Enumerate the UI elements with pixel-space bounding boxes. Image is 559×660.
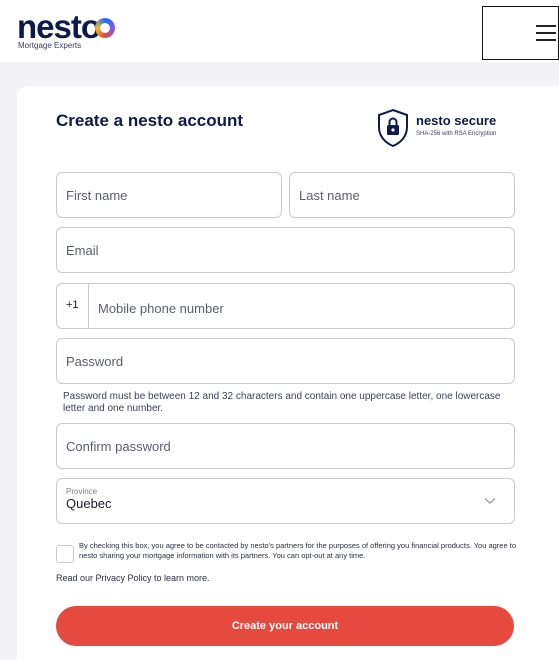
privacy-policy-text[interactable]: Read our Privacy Policy to learn more. [56, 573, 210, 583]
consent-checkbox[interactable] [56, 545, 74, 563]
secure-badge-subtitle: SHA-256 with RSA Encryption [416, 131, 497, 137]
last-name-placeholder: Last name [299, 188, 360, 203]
create-account-button[interactable]: Create your account [56, 606, 514, 646]
first-name-field[interactable]: First name [56, 172, 282, 218]
province-label: Province [66, 487, 98, 496]
logo-wordmark: nesto [17, 8, 101, 45]
shield-lock-icon [378, 108, 408, 148]
password-field[interactable]: Password [56, 338, 515, 384]
chevron-down-icon [484, 497, 496, 504]
page-title: Create a nesto account [56, 111, 244, 130]
phone-prefix-label: +1 [66, 299, 79, 311]
phone-field[interactable]: Mobile phone number [88, 283, 515, 329]
phone-placeholder: Mobile phone number [98, 301, 224, 316]
province-value: Quebec [66, 496, 112, 511]
logo-tagline: Mortgage Experts [18, 41, 82, 50]
confirm-password-field[interactable]: Confirm password [56, 423, 515, 469]
first-name-placeholder: First name [66, 188, 128, 203]
password-hint: Password must be between 12 and 32 chara… [63, 391, 501, 414]
secure-badge: nesto secure SHA-256 with RSA Encryption [376, 108, 536, 150]
confirm-password-placeholder: Confirm password [66, 439, 171, 454]
email-placeholder: Email [66, 243, 99, 258]
phone-prefix[interactable]: +1 [56, 283, 89, 329]
province-select[interactable]: Province Quebec [56, 478, 515, 524]
nesto-logo[interactable]: nesto Mortgage Experts [17, 8, 115, 54]
menu-button[interactable] [482, 6, 559, 60]
email-field[interactable]: Email [56, 227, 515, 273]
logo-ring-icon [95, 18, 115, 38]
site-header: nesto Mortgage Experts [0, 0, 559, 62]
last-name-field[interactable]: Last name [289, 172, 515, 218]
password-placeholder: Password [66, 354, 124, 369]
consent-text: By checking this box, you agree to be co… [79, 541, 516, 560]
secure-badge-title: nesto secure [416, 113, 497, 128]
